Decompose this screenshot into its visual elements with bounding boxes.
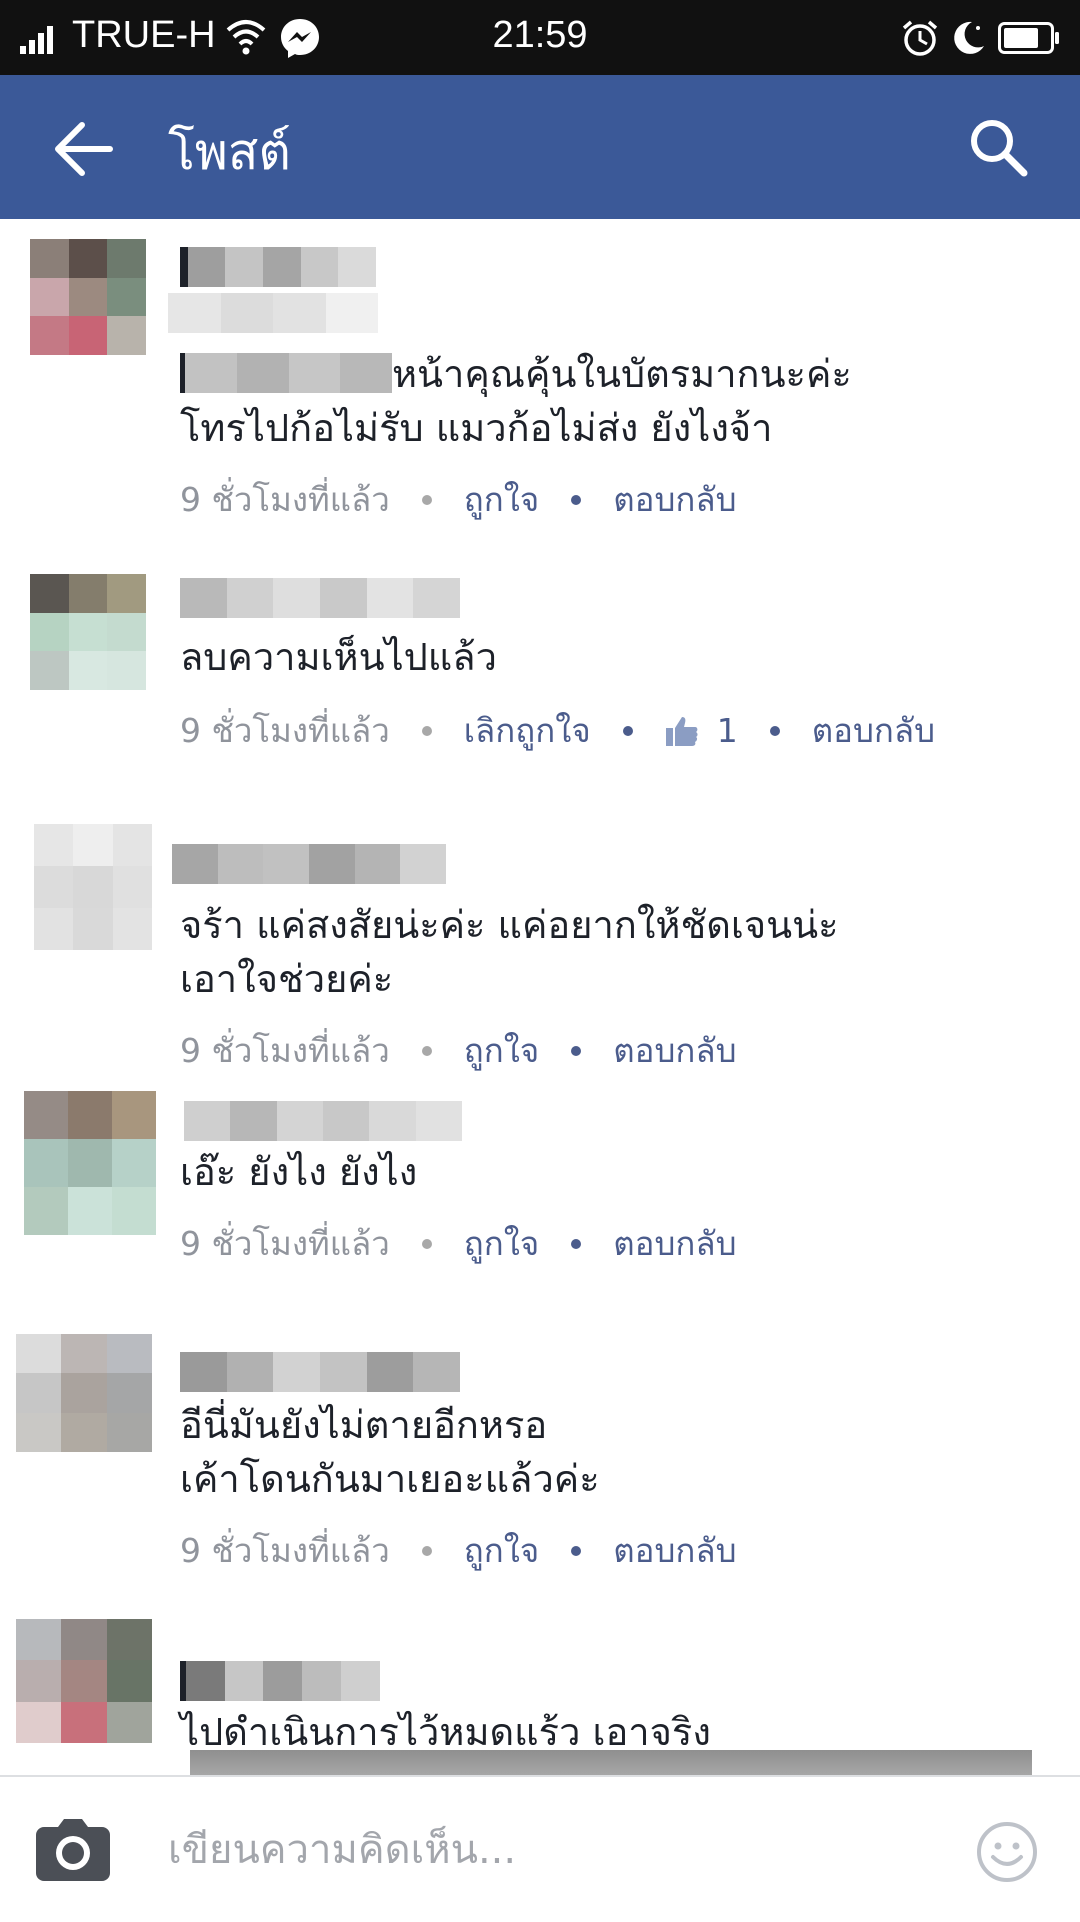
- commenter-name[interactable]: [172, 844, 447, 884]
- commenter-name[interactable]: [180, 578, 461, 618]
- reply-link[interactable]: ตอบกลับ: [613, 473, 736, 526]
- comment-list: หน้าคุณคุ้นในบัตรมากนะค่ะ โทรไปก้อไม่รับ…: [0, 219, 1080, 1775]
- reply-link[interactable]: ตอบกลับ: [613, 1024, 736, 1077]
- blurred-text: [168, 293, 378, 333]
- reply-link[interactable]: ตอบกลับ: [812, 704, 935, 757]
- separator: [571, 1045, 582, 1056]
- comment: อีนี่มันยังไม่ตายอีกหรอ เค้าโดนกันมาเยอะ…: [0, 1334, 1080, 1574]
- battery-icon: [998, 22, 1059, 54]
- separator: [571, 494, 582, 505]
- like-link[interactable]: ถูกใจ: [464, 1024, 539, 1077]
- like-count[interactable]: 1: [717, 711, 738, 750]
- alarm-icon: [902, 20, 938, 56]
- emoji-icon[interactable]: [976, 1821, 1038, 1883]
- comment-text: ลบความเห็นไปแล้ว: [180, 635, 497, 679]
- separator: [421, 1545, 432, 1556]
- timestamp: 9 ชั่วโมงที่แล้ว: [180, 1531, 390, 1570]
- timestamp: 9 ชั่วโมงที่แล้ว: [180, 480, 390, 519]
- do-not-disturb-icon: [954, 21, 984, 54]
- comment-input[interactable]: [168, 1815, 928, 1885]
- comment-text: โทรไปก้อไม่รับ แมวก้อไม่ส่ง ยังไงจ้า: [180, 406, 773, 450]
- timestamp: 9 ชั่วโมงที่แล้ว: [180, 1224, 390, 1263]
- comment-text: จร้า แค่สงสัยน่ะค่ะ แค่อยากให้ชัดเจนน่ะ: [180, 903, 839, 947]
- comment-text: หน้าคุณคุ้นในบัตรมากนะค่ะ: [392, 352, 852, 396]
- separator: [571, 1238, 582, 1249]
- avatar[interactable]: [30, 574, 146, 690]
- comment-text: เค้าโดนกันมาเยอะแล้วค่ะ: [180, 1457, 600, 1501]
- blurred-text: [180, 353, 392, 393]
- comment-photo[interactable]: [190, 1750, 1032, 1775]
- thumbs-up-icon: [665, 716, 698, 746]
- like-link[interactable]: ถูกใจ: [464, 1524, 539, 1577]
- avatar[interactable]: [24, 1091, 156, 1235]
- comment: จร้า แค่สงสัยน่ะค่ะ แค่อยากให้ชัดเจนน่ะ …: [0, 804, 1080, 1070]
- comment-meta: 9 ชั่วโมงที่แล้ว เลิกถูกใจ 1 ตอบกลับ: [180, 704, 935, 757]
- comment-meta: 9 ชั่วโมงที่แล้ว ถูกใจ ตอบกลับ: [180, 1024, 737, 1077]
- separator: [622, 725, 633, 736]
- app-header: โพสต์: [0, 75, 1080, 219]
- avatar[interactable]: [34, 824, 152, 950]
- like-link[interactable]: ถูกใจ: [464, 473, 539, 526]
- search-icon[interactable]: [966, 115, 1030, 179]
- reply-link[interactable]: ตอบกลับ: [613, 1217, 736, 1270]
- timestamp: 9 ชั่วโมงที่แล้ว: [180, 1031, 390, 1070]
- commenter-name[interactable]: [180, 247, 376, 287]
- page-title: โพสต์: [168, 123, 291, 181]
- arrow-left-icon[interactable]: [52, 117, 116, 181]
- avatar[interactable]: [16, 1619, 152, 1743]
- avatar[interactable]: [30, 239, 146, 355]
- comment-text: เอ๊ะ ยังไง ยังไง: [180, 1150, 418, 1194]
- comment-meta: 9 ชั่วโมงที่แล้ว ถูกใจ ตอบกลับ: [180, 1524, 737, 1577]
- comment-meta: 9 ชั่วโมงที่แล้ว ถูกใจ ตอบกลับ: [180, 1217, 737, 1270]
- comment: ลบความเห็นไปแล้ว 9 ชั่วโมงที่แล้ว เลิกถู…: [0, 574, 1080, 774]
- separator: [421, 1238, 432, 1249]
- separator: [571, 1545, 582, 1556]
- comment-meta: 9 ชั่วโมงที่แล้ว ถูกใจ ตอบกลับ: [180, 473, 737, 526]
- separator: [421, 494, 432, 505]
- separator: [769, 725, 780, 736]
- commenter-name[interactable]: [180, 1352, 461, 1392]
- comment-composer: [0, 1775, 1080, 1922]
- comment-text: เอาใจช่วยค่ะ: [180, 957, 394, 1001]
- separator: [421, 725, 432, 736]
- reply-link[interactable]: ตอบกลับ: [613, 1524, 736, 1577]
- avatar[interactable]: [16, 1334, 152, 1452]
- comment: หน้าคุณคุ้นในบัตรมากนะค่ะ โทรไปก้อไม่รับ…: [0, 219, 1080, 519]
- status-bar: TRUE-H 21:59: [0, 0, 1080, 75]
- comment-text: อีนี่มันยังไม่ตายอีกหรอ: [180, 1403, 548, 1447]
- comment: เอ๊ะ ยังไง ยังไง 9 ชั่วโมงที่แล้ว ถูกใจ …: [0, 1091, 1080, 1291]
- timestamp: 9 ชั่วโมงที่แล้ว: [180, 711, 390, 750]
- separator: [421, 1045, 432, 1056]
- unlike-link[interactable]: เลิกถูกใจ: [464, 704, 591, 757]
- camera-icon[interactable]: [34, 1817, 112, 1883]
- commenter-name[interactable]: [184, 1101, 462, 1141]
- commenter-name[interactable]: [180, 1661, 380, 1701]
- like-link[interactable]: ถูกใจ: [464, 1217, 539, 1270]
